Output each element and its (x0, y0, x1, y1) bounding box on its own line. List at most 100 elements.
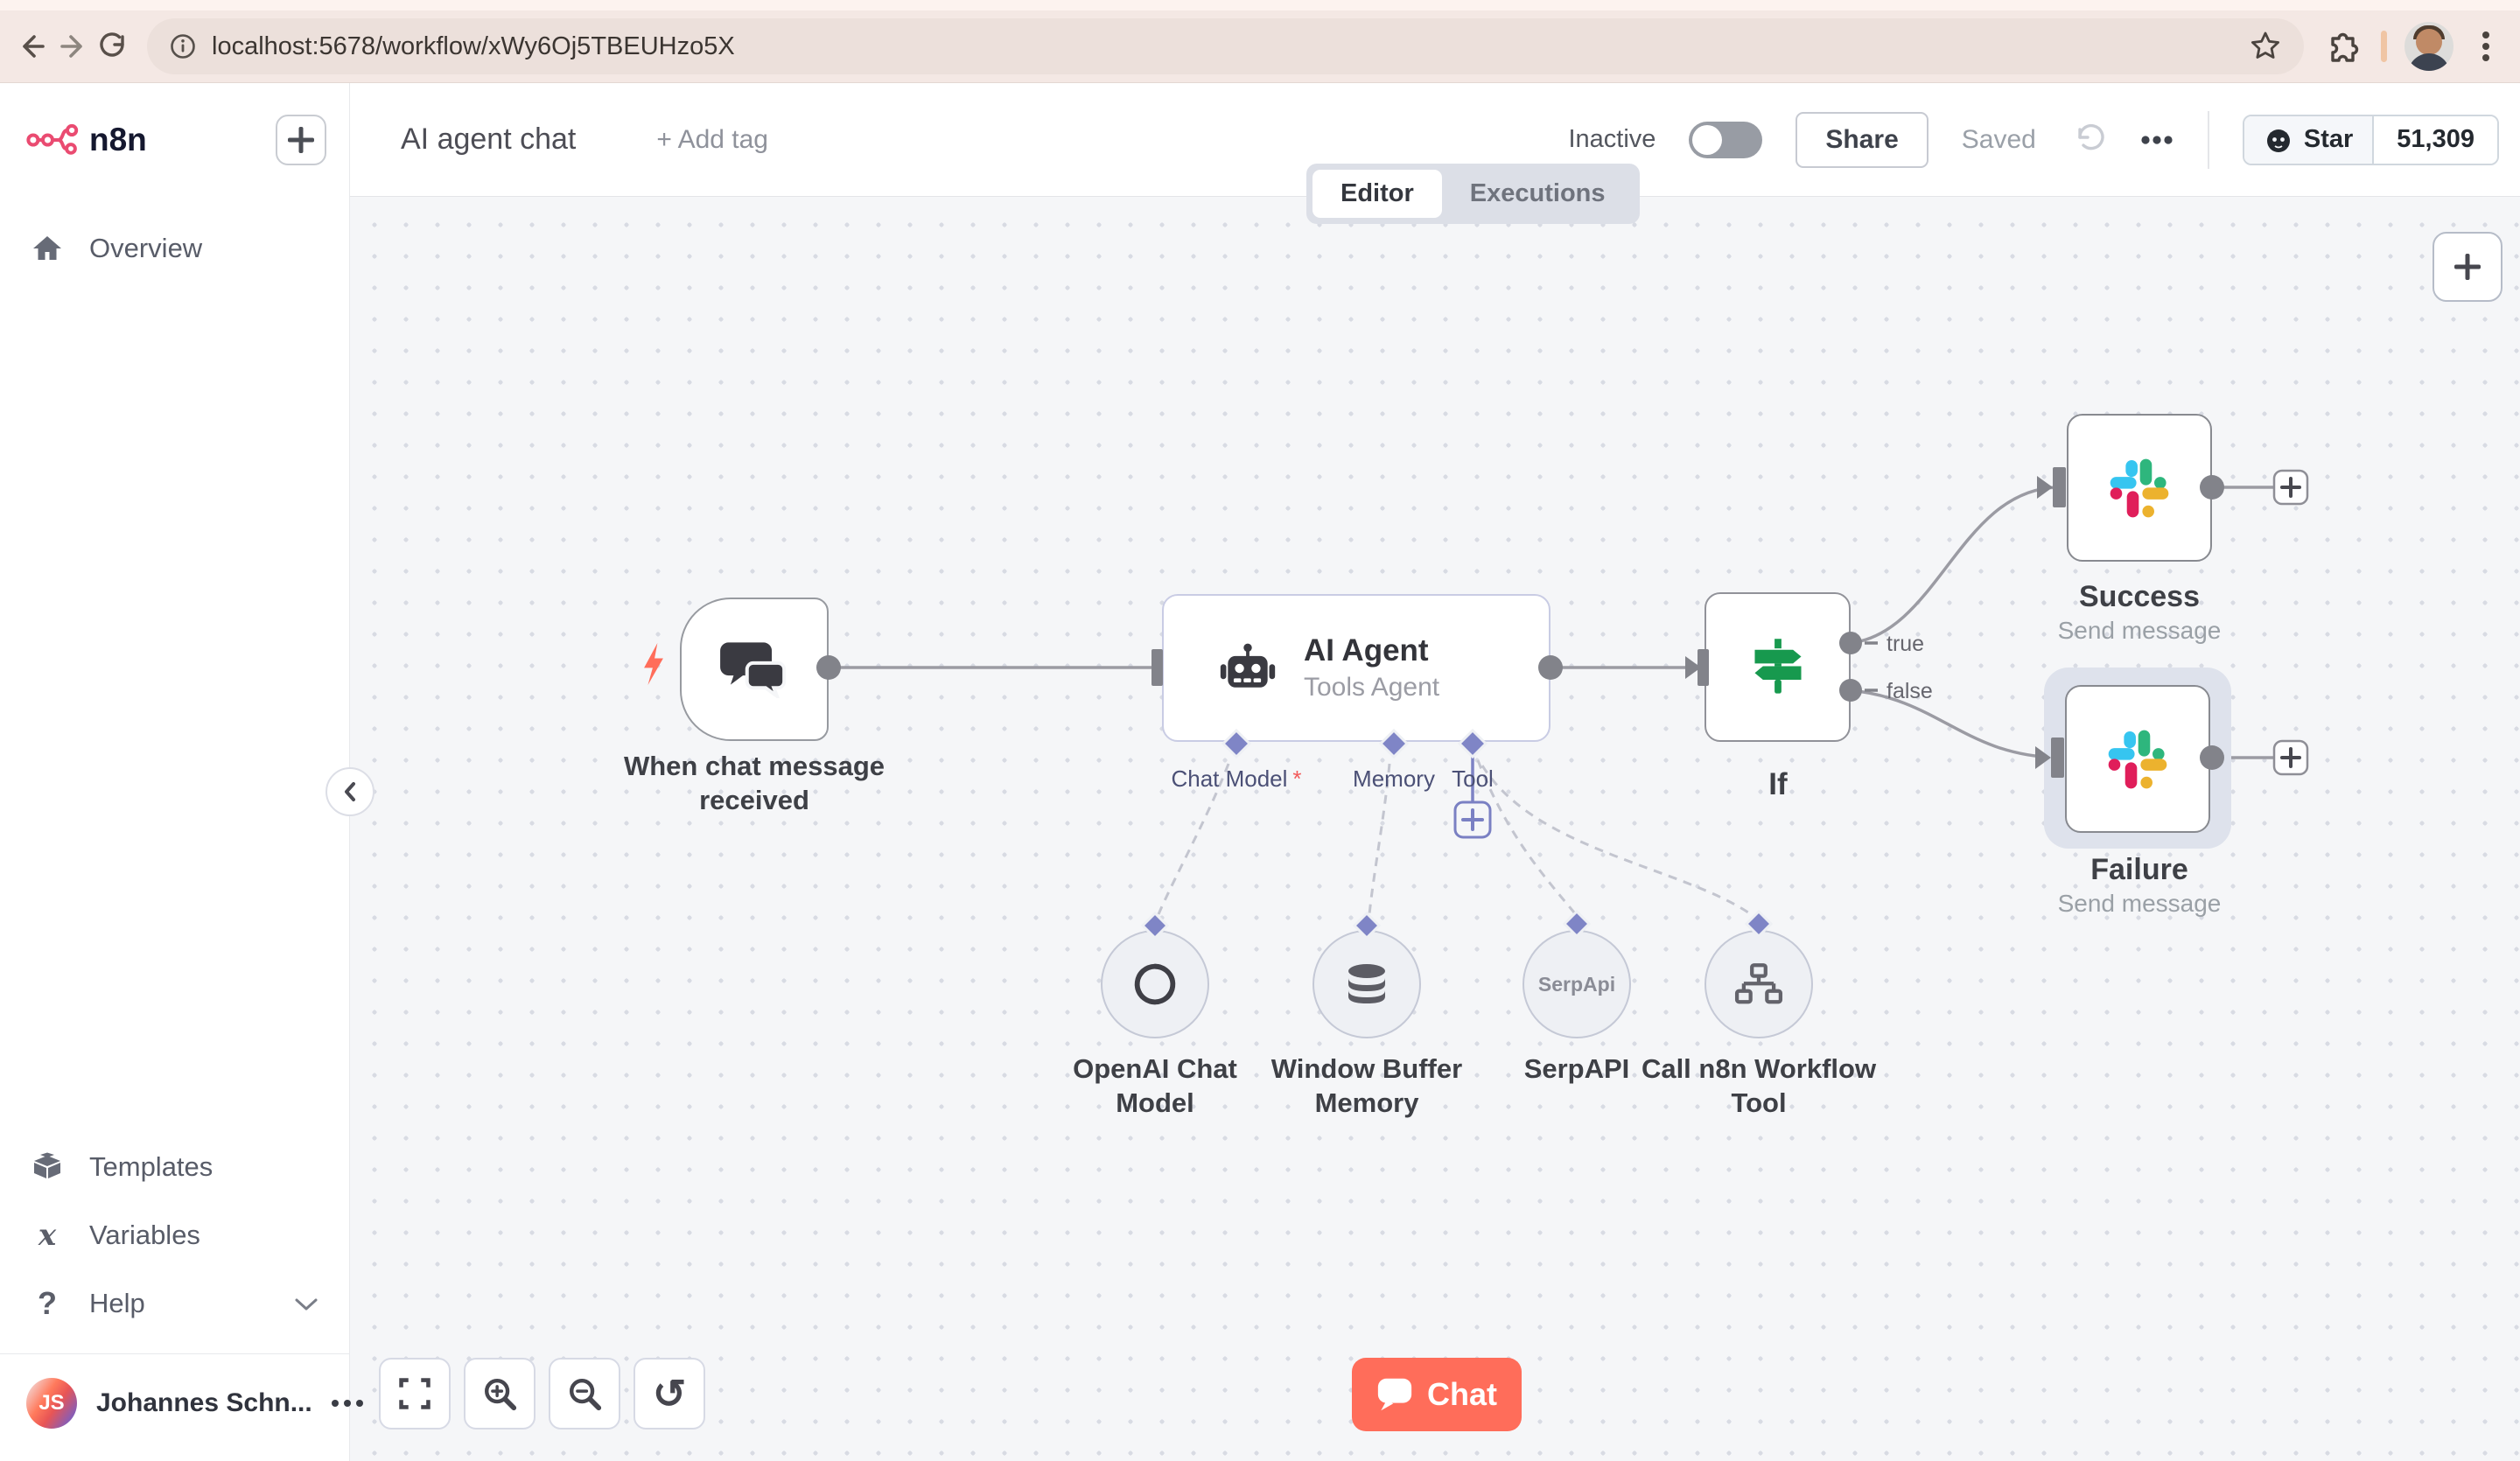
reload-icon (100, 32, 124, 57)
logo-row: n8n (0, 83, 349, 165)
node-chat-trigger[interactable] (680, 598, 829, 741)
add-node-button[interactable] (2432, 232, 2502, 302)
sidebar-item-templates[interactable]: Templates (0, 1133, 349, 1201)
share-button[interactable]: Share (1796, 111, 1928, 168)
fit-view-button[interactable] (379, 1358, 451, 1430)
activation-toggle[interactable] (1689, 121, 1763, 158)
chevron-down-icon (293, 1288, 319, 1319)
sidebar-collapse-button[interactable] (326, 767, 374, 816)
slack-icon (2108, 730, 2167, 788)
home-icon (30, 234, 65, 263)
node-ai-agent[interactable]: AI Agent Tools Agent (1162, 594, 1550, 742)
node-label-failure: Failure (2090, 853, 2188, 886)
user-menu[interactable]: JS Johannes Schn... (0, 1354, 363, 1452)
open-chat-button[interactable]: Chat (1352, 1358, 1522, 1431)
fit-view-icon (399, 1378, 430, 1409)
plus-icon (288, 127, 314, 153)
sitemap-icon (1734, 963, 1783, 1004)
reset-zoom-icon: ↺ (652, 1371, 687, 1416)
database-icon (1348, 964, 1385, 1003)
subnode-call-n8n-workflow-tool[interactable] (1704, 930, 1813, 1038)
activation-status-label: Inactive (1568, 125, 1656, 153)
saved-status: Saved (1961, 124, 2036, 154)
node-title-agent: AI Agent (1304, 633, 1429, 668)
edge-if-false-failure (1850, 689, 2057, 759)
browser-chrome: localhost:5678/workflow/xWy6Oj5TBEUHzo5X (0, 0, 2520, 83)
sidebar-item-label: Templates (89, 1151, 214, 1182)
add-tag-button[interactable]: + Add tag (656, 125, 768, 155)
subnode-serpapi[interactable]: SerpApi (1522, 930, 1631, 1038)
avatar-shirt (2408, 53, 2450, 71)
logo-text: n8n (89, 122, 147, 157)
avatar-face (2416, 29, 2442, 55)
n8n-logo-icon (26, 123, 79, 155)
zoom-in-button[interactable] (464, 1358, 536, 1430)
puzzle-icon (2331, 32, 2359, 62)
main-panel: AI agent chat + Add tag Inactive Share S… (350, 83, 2520, 1461)
sidebar-bottom: Templates x Variables ? Help JS Johannes… (0, 1133, 363, 1461)
tab-executions[interactable]: Executions (1442, 170, 1634, 218)
bookmark-star-icon[interactable] (2248, 29, 2283, 64)
box-icon (30, 1152, 65, 1182)
subnode-label: Call n8n Workflow Tool (1641, 1053, 1877, 1118)
user-avatar: JS (26, 1378, 77, 1429)
url-text[interactable]: localhost:5678/workflow/xWy6Oj5TBEUHzo5X (212, 32, 2248, 61)
toggle-knob (1692, 124, 1723, 155)
subnode-openai-chat-model[interactable] (1101, 930, 1209, 1038)
zoom-in-icon (485, 1379, 517, 1411)
trigger-bolt-icon (644, 643, 663, 685)
user-name: Johannes Schn... (96, 1388, 312, 1417)
tab-editor[interactable]: Editor (1312, 170, 1442, 218)
header-divider (2207, 110, 2209, 169)
zoom-controls: ↺ (379, 1358, 705, 1430)
forward-arrow-icon (60, 35, 82, 58)
reset-zoom-button[interactable]: ↺ (634, 1358, 705, 1430)
browser-back-button[interactable] (12, 26, 52, 66)
user-options-icon[interactable] (331, 1400, 363, 1407)
github-star-count: 51,309 (2397, 125, 2474, 153)
node-if[interactable] (1704, 592, 1851, 742)
subnode-label: Window Buffer Memory (1270, 1053, 1463, 1118)
sidebar: n8n Overview Templates x Variables ? Hel… (0, 83, 363, 1461)
version-history-icon[interactable] (2069, 122, 2106, 158)
sidebar-item-label: Help (89, 1288, 145, 1318)
github-star-label: Star (2303, 125, 2354, 153)
screen: localhost:5678/workflow/xWy6Oj5TBEUHzo5X (0, 0, 2520, 1461)
port-label-tool: Tool (1452, 765, 1494, 792)
node-success[interactable] (2067, 414, 2212, 562)
github-icon (2266, 129, 2290, 152)
browser-menu-button[interactable] (2466, 26, 2506, 66)
sidebar-item-variables[interactable]: x Variables (0, 1201, 349, 1269)
chat-button-label: Chat (1427, 1376, 1497, 1412)
url-bar[interactable]: localhost:5678/workflow/xWy6Oj5TBEUHzo5X (147, 18, 2304, 74)
slack-icon (2110, 458, 2169, 517)
sidebar-item-help[interactable]: ? Help (0, 1269, 349, 1338)
github-star-widget[interactable]: Star 51,309 (2242, 114, 2499, 165)
workflow-menu-icon[interactable] (2139, 134, 2174, 146)
node-sublabel-success: Send message (2057, 617, 2222, 644)
sidebar-item-label: Variables (89, 1220, 200, 1250)
subnode-window-buffer-memory[interactable] (1312, 930, 1421, 1038)
browser-forward-button[interactable] (52, 26, 93, 66)
node-subtitle-agent: Tools Agent (1304, 673, 1440, 702)
signpost-icon (1754, 638, 1802, 694)
extensions-puzzle-icon[interactable] (2323, 26, 2363, 66)
back-arrow-icon (23, 35, 45, 58)
node-sublabel-failure: Send message (2057, 890, 2222, 917)
chevron-left-icon (345, 782, 355, 801)
chrome-divider (2381, 31, 2387, 62)
workflow-title[interactable]: AI agent chat (401, 122, 576, 157)
browser-reload-button[interactable] (93, 26, 133, 66)
node-failure[interactable] (2065, 685, 2210, 833)
chat-bubble-icon (1377, 1378, 1412, 1411)
sidebar-item-overview[interactable]: Overview (0, 214, 349, 283)
workflow-canvas[interactable]: When chat message received AI Agent Tool… (350, 197, 2520, 1461)
port-label-text: Chat Model (1171, 765, 1288, 792)
browser-profile-avatar[interactable] (2404, 22, 2454, 71)
zoom-out-button[interactable] (549, 1358, 620, 1430)
node-label-trigger: When chat message received (623, 751, 886, 815)
robot-icon (1220, 643, 1276, 688)
new-workflow-button[interactable] (276, 115, 326, 165)
app-shell: n8n Overview Templates x Variables ? Hel… (0, 83, 2520, 1461)
site-info-icon[interactable] (168, 31, 198, 61)
